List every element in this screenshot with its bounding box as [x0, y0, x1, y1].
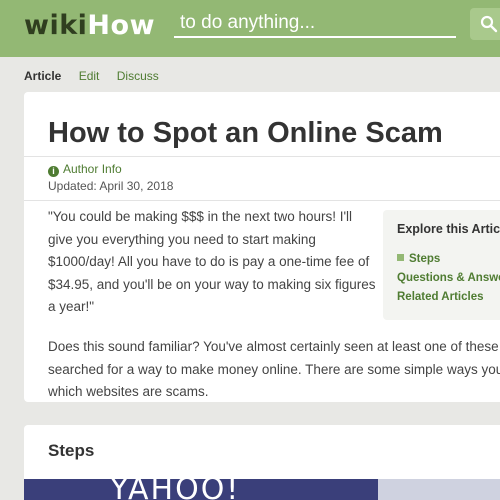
- article-card: How to Spot an Online Scam i Author Info …: [24, 92, 500, 402]
- explore-item-related[interactable]: Related Articles: [397, 288, 500, 307]
- tab-edit[interactable]: Edit: [79, 69, 100, 83]
- explore-title: Explore this Article: [397, 222, 500, 236]
- title-divider: [24, 156, 500, 157]
- explore-item-label: Steps: [409, 253, 441, 265]
- author-info-link[interactable]: i Author Info: [48, 161, 122, 177]
- step-image: YAHOO!: [24, 479, 500, 500]
- wikihow-logo[interactable]: wikiHow: [24, 6, 155, 46]
- intro-quote: "You could be making $$$ in the next two…: [48, 209, 376, 314]
- steps-section: Steps YAHOO!: [24, 425, 500, 500]
- explore-box: Explore this Article Steps Questions & A…: [383, 210, 500, 320]
- explore-item-qa[interactable]: Questions & Answers: [397, 269, 500, 288]
- updated-date: Updated: April 30, 2018: [48, 179, 174, 193]
- explore-list: Steps Questions & Answers Related Articl…: [397, 250, 500, 307]
- info-icon: i: [48, 166, 59, 177]
- page-title: How to Spot an Online Scam: [48, 117, 443, 149]
- author-info-label: Author Info: [63, 162, 122, 176]
- steps-heading: Steps: [48, 441, 95, 460]
- tab-article[interactable]: Article: [24, 69, 61, 83]
- search-icon: [480, 15, 498, 33]
- intro-paragraph: Does this sound familiar? You've almost …: [48, 336, 500, 404]
- para-line: which websites are scams.: [48, 384, 209, 399]
- logo-how-text: How: [87, 10, 156, 41]
- para-line: Does this sound familiar? You've almost …: [48, 339, 499, 354]
- tab-discuss[interactable]: Discuss: [117, 69, 159, 83]
- meta-divider: [24, 200, 500, 201]
- site-header: wikiHow to do anything...: [0, 0, 500, 57]
- bullet-icon: [397, 254, 404, 261]
- search-button[interactable]: [470, 8, 500, 40]
- article-tabs: Article Edit Discuss: [24, 66, 173, 86]
- explore-item-steps[interactable]: Steps: [397, 250, 500, 269]
- step-image-panel: [378, 479, 500, 500]
- yahoo-logo-text: YAHOO!: [110, 479, 241, 500]
- para-line: searched for a way to make money online.…: [48, 361, 500, 377]
- logo-wiki-text: wiki: [24, 10, 88, 41]
- search-input[interactable]: to do anything...: [174, 8, 456, 38]
